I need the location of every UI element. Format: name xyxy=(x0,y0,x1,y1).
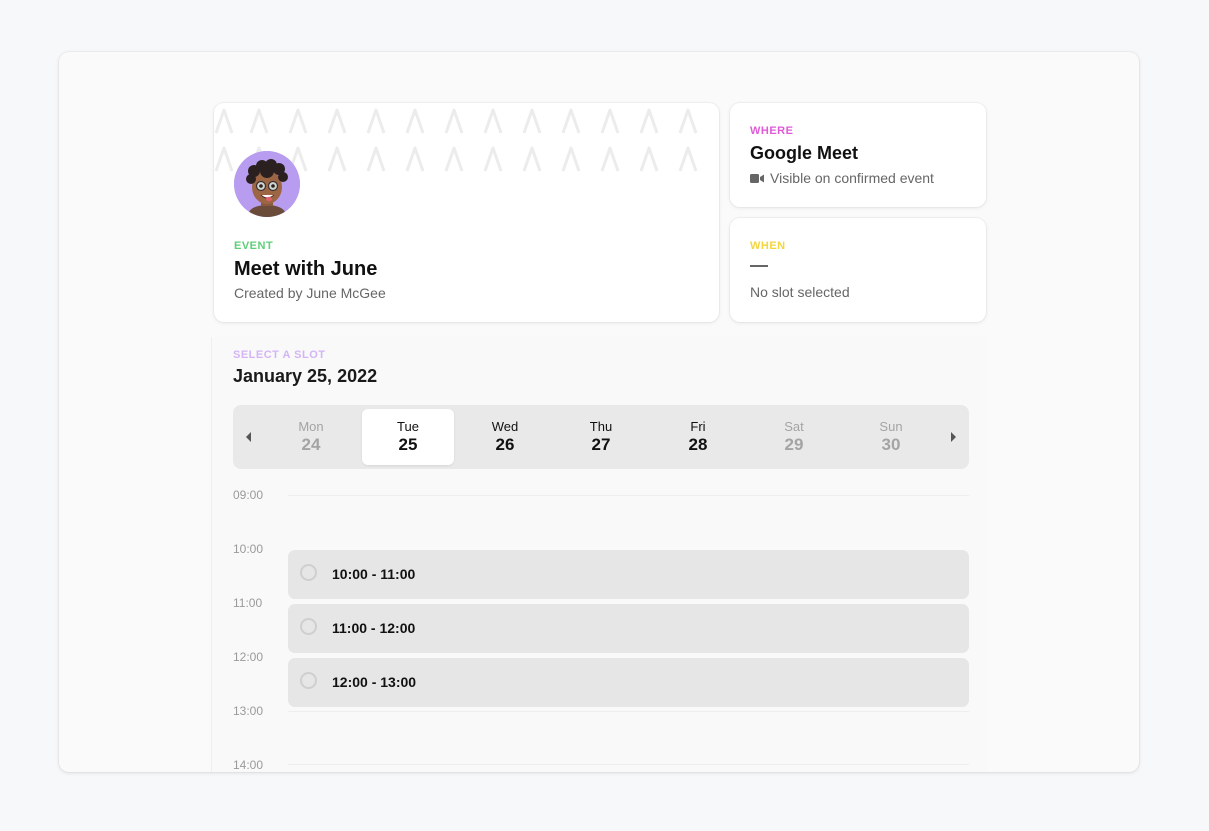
time-label: 09:00 xyxy=(233,488,264,502)
time-slot[interactable]: 11:00 - 12:00 xyxy=(288,604,969,653)
day-number: 25 xyxy=(398,435,418,454)
time-slot[interactable]: 12:00 - 13:00 xyxy=(288,658,969,707)
day-tue[interactable]: Tue 25 xyxy=(362,409,454,465)
hour-divider xyxy=(288,495,969,496)
day-number: 28 xyxy=(688,435,708,454)
day-number: 26 xyxy=(495,435,515,454)
where-subtitle: Visible on confirmed event xyxy=(770,170,934,186)
day-name: Sat xyxy=(784,419,804,434)
time-label: 11:00 xyxy=(233,596,263,610)
where-title: Google Meet xyxy=(750,143,859,163)
slot-label: 12:00 - 13:00 xyxy=(332,674,417,690)
day-wed[interactable]: Wed 26 xyxy=(459,409,551,465)
time-label: 12:00 xyxy=(233,650,264,664)
slot-label: 11:00 - 12:00 xyxy=(332,620,416,636)
event-creator: Created by June McGee xyxy=(234,285,386,301)
event-tag: EVENT xyxy=(234,240,274,252)
day-name: Thu xyxy=(589,419,613,434)
video-camera-icon xyxy=(750,173,764,183)
day-name: Mon xyxy=(298,419,324,434)
where-subtitle-row: Visible on confirmed event xyxy=(750,170,934,186)
when-empty-dash xyxy=(750,265,768,267)
time-label: 10:00 xyxy=(233,542,264,556)
slot-selection-area: SELECT A SLOT January 25, 2022 Mon 24 Tu… xyxy=(211,337,987,772)
slot-label: 10:00 - 11:00 xyxy=(332,566,416,582)
hour-divider xyxy=(288,764,969,765)
day-number: 29 xyxy=(784,435,804,454)
day-sat[interactable]: Sat 29 xyxy=(748,409,840,465)
where-tag: WHERE xyxy=(750,125,794,137)
host-avatar xyxy=(234,151,300,217)
day-mon[interactable]: Mon 24 xyxy=(265,409,357,465)
when-tag: WHEN xyxy=(750,240,786,252)
day-name: Wed xyxy=(491,419,519,434)
day-number: 30 xyxy=(881,435,901,454)
time-slot[interactable]: 10:00 - 11:00 xyxy=(288,550,969,599)
next-week-button[interactable] xyxy=(943,427,963,447)
selected-date: January 25, 2022 xyxy=(233,366,378,386)
when-card: WHEN No slot selected xyxy=(730,218,986,322)
caret-left-icon xyxy=(246,432,251,442)
day-fri[interactable]: Fri 28 xyxy=(652,409,744,465)
where-card: WHERE Google Meet Visible on confirmed e… xyxy=(730,103,986,207)
time-label: 14:00 xyxy=(233,758,264,772)
caret-right-icon xyxy=(951,432,956,442)
when-status: No slot selected xyxy=(750,284,850,300)
day-name: Tue xyxy=(397,419,419,434)
hour-divider xyxy=(288,711,969,712)
day-name: Fri xyxy=(690,419,706,434)
time-label: 13:00 xyxy=(233,704,264,718)
slot-radio[interactable] xyxy=(300,672,317,689)
booking-page: EVENT Meet with June Created by June McG… xyxy=(59,52,1139,772)
day-number: 27 xyxy=(591,435,611,454)
day-sun[interactable]: Sun 30 xyxy=(845,409,937,465)
previous-week-button[interactable] xyxy=(239,427,259,447)
slot-radio[interactable] xyxy=(300,564,317,581)
day-number: 24 xyxy=(301,435,321,454)
select-slot-tag: SELECT A SLOT xyxy=(233,349,326,361)
slot-radio[interactable] xyxy=(300,618,317,635)
memoji-avatar-icon xyxy=(234,151,300,217)
day-picker: Mon 24 Tue 25 Wed 26 Thu 27 Fri 28 Sat 2… xyxy=(233,405,969,469)
day-thu[interactable]: Thu 27 xyxy=(555,409,647,465)
event-title: Meet with June xyxy=(234,258,378,280)
event-card: EVENT Meet with June Created by June McG… xyxy=(214,103,719,322)
day-name: Sun xyxy=(879,419,903,434)
